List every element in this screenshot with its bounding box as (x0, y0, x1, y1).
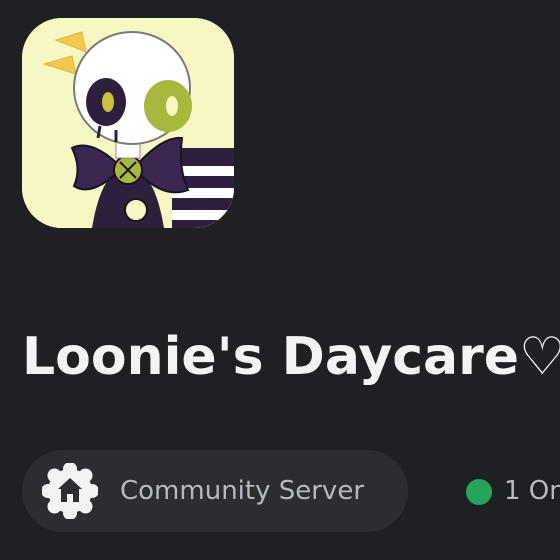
community-server-badge[interactable]: Community Server (22, 450, 408, 532)
online-status-dot (466, 479, 492, 505)
server-type-label: Community Server (120, 476, 365, 506)
online-count: 1 Online (464, 450, 560, 532)
server-name: Loonie's Daycare♡ (22, 327, 560, 387)
clown-character-image (22, 18, 234, 228)
community-home-icon (41, 462, 99, 520)
server-profile: Loonie's Daycare♡ Community Server 1 On (0, 0, 560, 560)
server-avatar[interactable] (22, 18, 234, 228)
online-count-label: 1 Online (504, 476, 560, 506)
